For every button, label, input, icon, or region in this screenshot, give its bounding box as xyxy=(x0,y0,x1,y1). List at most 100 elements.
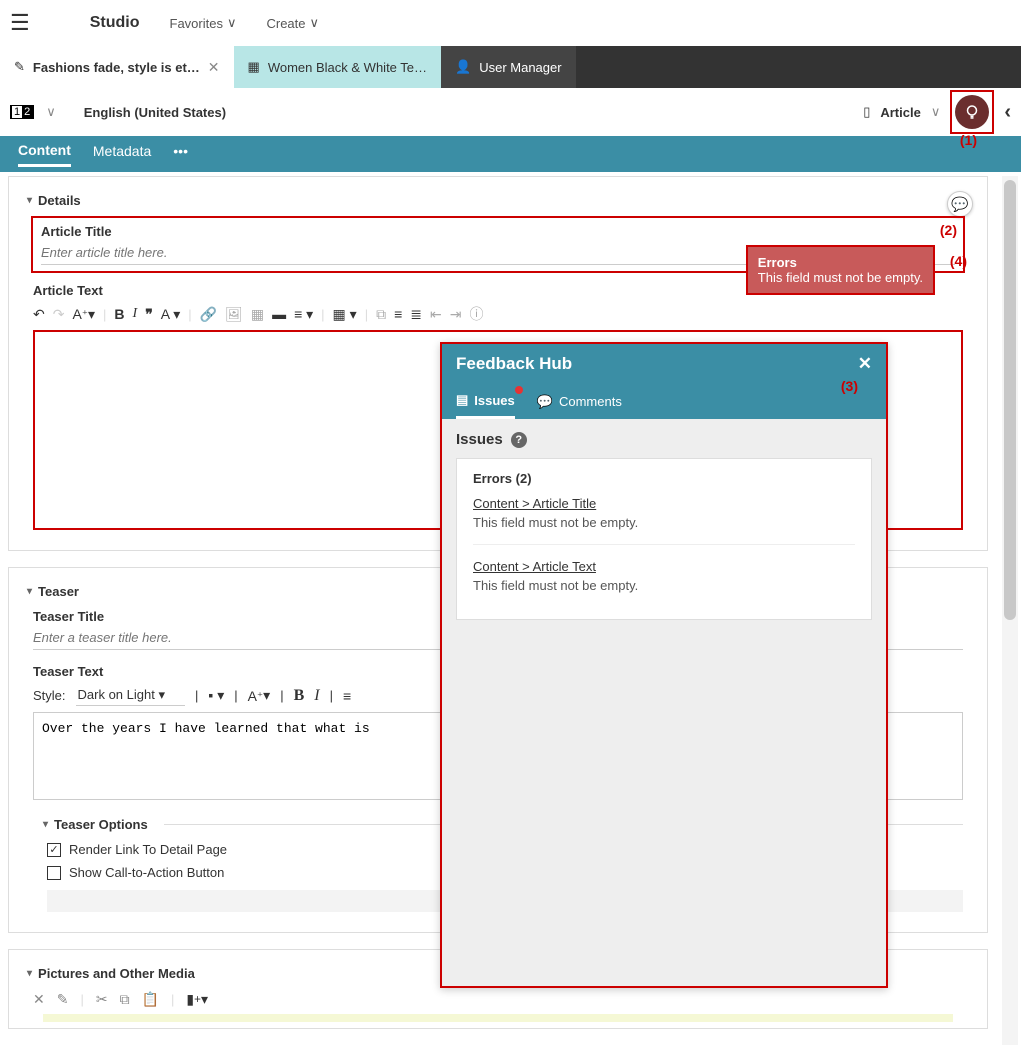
checkbox-cta[interactable] xyxy=(47,866,61,880)
quote-icon[interactable]: ❞ xyxy=(145,306,153,323)
tab-usermanager[interactable]: 👤 User Manager xyxy=(441,46,576,88)
list-ul-icon[interactable]: ≣ xyxy=(410,306,422,323)
info-icon[interactable]: ⓘ xyxy=(469,304,483,324)
redo-icon[interactable]: ↷ xyxy=(53,306,65,323)
add-icon[interactable]: ▮+ ▾ xyxy=(186,991,208,1008)
error-header: Errors xyxy=(758,255,923,270)
tab-fashions[interactable]: ✎ Fashions fade, style is et… ✕ xyxy=(0,46,234,88)
indent-icon[interactable]: ⇥ xyxy=(450,306,462,323)
section-title: Pictures and Other Media xyxy=(38,966,195,981)
font-icon[interactable]: A⁺▾ xyxy=(72,306,95,323)
richtext-toolbar: ↶ ↷ A⁺▾ | B I ❞ A ▾ | 🔗 🖼 ▦ ▬ ≡ ▾ | ▦ ▾ … xyxy=(33,304,963,324)
caret-down-icon[interactable]: ▾ xyxy=(27,968,32,979)
comments-icon: 💬 xyxy=(537,394,553,410)
content-tabbar: Content Metadata ••• xyxy=(0,136,1021,172)
tab-content[interactable]: Content xyxy=(18,142,71,167)
checkbox-label: Render Link To Detail Page xyxy=(69,842,227,857)
cut-icon[interactable]: ✂ xyxy=(96,991,108,1008)
annotation-1: (1) xyxy=(960,132,977,148)
second-bar: 12 ∨ English (United States) ▯ Article ∨… xyxy=(0,88,1021,136)
field-label: Article Title xyxy=(41,224,955,239)
fontcolor-icon[interactable]: A ▾ xyxy=(161,306,180,323)
errors-count: Errors (2) xyxy=(473,471,855,486)
chevron-down-icon[interactable]: ∨ xyxy=(46,104,56,120)
page-toggle[interactable]: 12 xyxy=(10,105,34,119)
feedback-toggle[interactable] xyxy=(950,90,994,134)
brand: Studio xyxy=(90,14,140,32)
locale-label: English (United States) xyxy=(84,105,226,120)
image-icon[interactable]: 🖼 xyxy=(225,306,243,323)
help-icon[interactable]: ? xyxy=(511,432,527,448)
italic-icon[interactable]: I xyxy=(314,687,319,705)
user-icon: 👤 xyxy=(455,59,471,75)
bold-icon[interactable]: B xyxy=(294,687,305,705)
link-icon[interactable]: 🔗 xyxy=(200,306,217,323)
copy-icon[interactable]: ⧉ xyxy=(376,306,386,323)
annotation-2: (2) xyxy=(940,222,957,238)
document-icon: ▦ xyxy=(248,59,260,75)
error-message: This field must not be empty. xyxy=(758,270,923,285)
top-bar: ☰ Studio Favorites∨ Create∨ xyxy=(0,0,1021,46)
chevron-down-icon[interactable]: ∨ xyxy=(931,104,941,120)
align-icon[interactable]: ≡ ▾ xyxy=(294,306,313,323)
style-select[interactable]: Dark on Light ▾ xyxy=(76,685,185,706)
menu-favorites[interactable]: Favorites∨ xyxy=(170,15,237,31)
tab-women[interactable]: ▦ Women Black & White Te… xyxy=(234,46,441,88)
issue-link[interactable]: Content > Article Title xyxy=(473,496,855,511)
section-title: Teaser xyxy=(38,584,79,599)
tab-comments[interactable]: 💬 Comments xyxy=(537,384,622,419)
annotation-4: (4) xyxy=(950,253,967,269)
pencil-icon: ✎ xyxy=(14,59,25,75)
issues-card: Errors (2) Content > Article Title This … xyxy=(456,458,872,620)
caret-down-icon[interactable]: ▾ xyxy=(43,819,48,830)
subsection-title: Teaser Options xyxy=(54,817,148,832)
badge-dot xyxy=(515,386,523,394)
style-label: Style: xyxy=(33,688,66,703)
color-icon[interactable]: ▪ ▾ xyxy=(208,687,224,704)
table-icon[interactable]: ▦ ▾ xyxy=(333,306,357,323)
feedback-hub-panel: Feedback Hub ✕ (3) ▤ Issues 💬 Comments I… xyxy=(440,342,888,988)
delete-icon[interactable]: ✕ xyxy=(33,991,45,1008)
doctype-icon: ▯ xyxy=(863,104,870,120)
outdent-icon[interactable]: ⇤ xyxy=(430,306,442,323)
bulb-icon xyxy=(955,95,989,129)
issues-header: Issues xyxy=(456,431,503,448)
embed-icon[interactable]: ▦ xyxy=(251,306,264,323)
edit-icon[interactable]: ✎ xyxy=(57,991,69,1008)
caret-down-icon[interactable]: ▾ xyxy=(27,195,32,206)
media-dropzone[interactable] xyxy=(43,1014,953,1022)
issue-link[interactable]: Content > Article Text xyxy=(473,559,855,574)
scrollbar[interactable] xyxy=(1002,176,1018,1045)
scroll-thumb[interactable] xyxy=(1004,180,1016,620)
hamburger-icon[interactable]: ☰ xyxy=(10,10,30,36)
tab-metadata[interactable]: Metadata xyxy=(93,143,151,165)
chevron-left-icon[interactable]: ‹ xyxy=(1004,101,1011,124)
checkbox-renderlink[interactable]: ✓ xyxy=(47,843,61,857)
menu-create[interactable]: Create∨ xyxy=(266,15,319,31)
block-icon[interactable]: ▬ xyxy=(272,306,286,322)
chevron-down-icon: ∨ xyxy=(310,15,320,31)
checkbox-label: Show Call-to-Action Button xyxy=(69,865,224,880)
issue-message: This field must not be empty. xyxy=(473,578,855,593)
bold-icon[interactable]: B xyxy=(114,306,124,322)
section-title: Details xyxy=(38,193,81,208)
italic-icon[interactable]: I xyxy=(133,306,138,322)
issues-icon: ▤ xyxy=(456,392,468,408)
close-icon[interactable]: ✕ xyxy=(208,59,220,76)
paste-icon[interactable]: 📋 xyxy=(142,991,159,1008)
media-toolbar: ✕ ✎ | ✂ ⧉ 📋 | ▮+ ▾ xyxy=(33,991,963,1008)
list-ol-icon[interactable]: ≡ xyxy=(394,306,402,322)
issue-message: This field must not be empty. xyxy=(473,515,855,530)
undo-icon[interactable]: ↶ xyxy=(33,306,45,323)
caret-down-icon[interactable]: ▾ xyxy=(27,586,32,597)
copy-icon[interactable]: ⧉ xyxy=(120,991,130,1008)
font-icon[interactable]: A⁺▾ xyxy=(248,687,271,704)
document-tabs: ✎ Fashions fade, style is et… ✕ ▦ Women … xyxy=(0,46,1021,88)
tab-issues[interactable]: ▤ Issues xyxy=(456,384,515,419)
more-icon[interactable]: ••• xyxy=(173,143,188,165)
close-icon[interactable]: ✕ xyxy=(858,354,872,374)
align-icon[interactable]: ≡ xyxy=(343,688,351,704)
comment-icon[interactable]: 💬 xyxy=(947,191,973,217)
panel-title: Feedback Hub xyxy=(456,354,572,374)
error-tooltip: Errors This field must not be empty. xyxy=(746,245,935,295)
